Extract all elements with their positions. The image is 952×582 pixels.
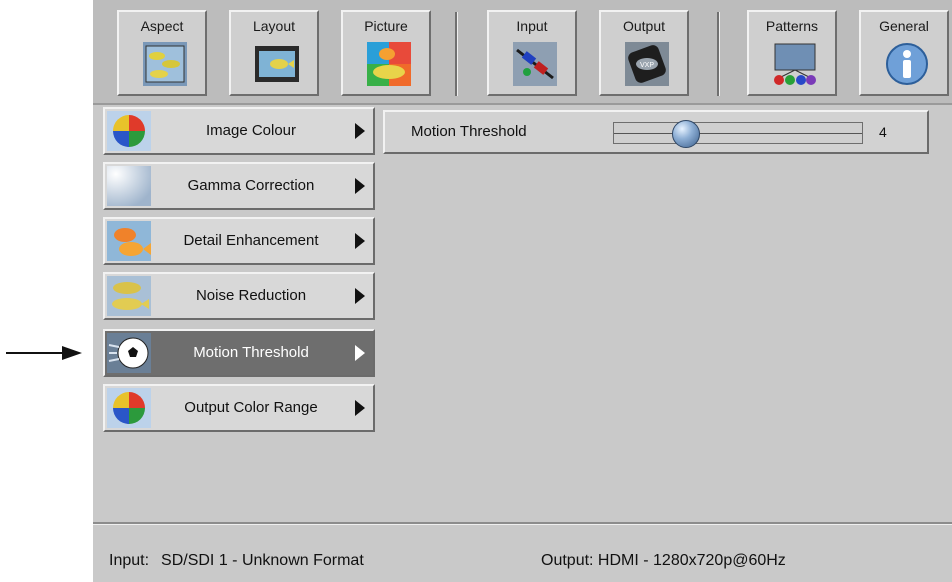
fish-detail-icon	[107, 221, 151, 261]
toolbar-picture-label: Picture	[364, 18, 408, 34]
menu-item-label: Image Colour	[205, 122, 297, 139]
toolbar-aspect-label: Aspect	[140, 18, 184, 34]
status-bar: Input: SD/SDI 1 - Unknown Format Output: …	[93, 522, 952, 582]
chevron-right-icon	[355, 178, 365, 194]
menu-item-label: Detail Enhancement	[183, 232, 319, 249]
menu-item-label: Gamma Correction	[187, 177, 315, 194]
status-divider	[93, 524, 952, 525]
picture-icon	[367, 42, 411, 86]
motion-threshold-row: Motion Threshold 4	[383, 110, 929, 154]
menu-item-image-colour[interactable]: Image Colour	[103, 107, 375, 155]
param-label: Motion Threshold	[411, 123, 527, 140]
chevron-right-icon	[355, 345, 365, 361]
status-output: Output: HDMI - 1280x720p@60Hz	[541, 552, 786, 569]
slider-line	[614, 133, 862, 134]
chevron-right-icon	[355, 400, 365, 416]
gamma-light-icon	[107, 166, 151, 206]
menu-item-motion-threshold[interactable]: Motion Threshold	[103, 329, 375, 377]
toolbar-general-button[interactable]: General	[859, 10, 949, 96]
app-panel: Aspect Layout Picture Input Output VXP P…	[93, 0, 952, 582]
svg-text:VXP: VXP	[640, 62, 654, 69]
motion-threshold-slider[interactable]	[613, 120, 863, 148]
info-icon	[886, 43, 928, 85]
output-vxp-icon: VXP	[625, 42, 669, 86]
chevron-right-icon	[355, 288, 365, 304]
menu-item-label: Noise Reduction	[195, 287, 307, 304]
toolbar-patterns-label: Patterns	[765, 18, 819, 34]
fish-noise-icon	[107, 276, 151, 316]
toolbar-input-label: Input	[516, 18, 548, 34]
aspect-icon	[143, 42, 187, 86]
pointer-arrow-icon	[6, 346, 82, 360]
toolbar-aspect-button[interactable]: Aspect	[117, 10, 207, 96]
status-input: Input: SD/SDI 1 - Unknown Format	[109, 552, 364, 570]
input-connector-icon	[513, 42, 557, 86]
toolbar-general-label: General	[879, 18, 929, 34]
status-input-label: Input:	[109, 552, 150, 569]
menu-item-gamma-correction[interactable]: Gamma Correction	[103, 162, 375, 210]
color-wheel-icon	[107, 111, 151, 151]
chevron-right-icon	[355, 233, 365, 249]
color-range-icon	[107, 388, 151, 428]
menu-item-output-color-range[interactable]: Output Color Range	[103, 384, 375, 432]
slider-knob[interactable]	[671, 120, 700, 148]
toolbar-layout-button[interactable]: Layout	[229, 10, 319, 96]
menu-item-label: Motion Threshold	[193, 344, 309, 361]
top-toolbar: Aspect Layout Picture Input Output VXP P…	[93, 0, 952, 105]
patterns-icon	[774, 43, 816, 85]
param-value: 4	[879, 124, 887, 140]
toolbar-input-button[interactable]: Input	[487, 10, 577, 96]
toolbar-output-button[interactable]: Output VXP	[599, 10, 689, 96]
layout-icon	[255, 46, 299, 82]
status-input-value: SD/SDI 1 - Unknown Format	[161, 552, 364, 569]
toolbar-separator	[455, 12, 458, 96]
chevron-right-icon	[355, 123, 365, 139]
menu-item-detail-enhancement[interactable]: Detail Enhancement	[103, 217, 375, 265]
toolbar-output-label: Output	[622, 18, 666, 34]
toolbar-separator	[717, 12, 720, 96]
toolbar-patterns-button[interactable]: Patterns	[747, 10, 837, 96]
menu-item-label: Output Color Range	[184, 399, 318, 416]
toolbar-picture-button[interactable]: Picture	[341, 10, 431, 96]
toolbar-layout-label: Layout	[252, 18, 296, 34]
menu-item-noise-reduction[interactable]: Noise Reduction	[103, 272, 375, 320]
soccer-ball-icon	[107, 333, 151, 373]
